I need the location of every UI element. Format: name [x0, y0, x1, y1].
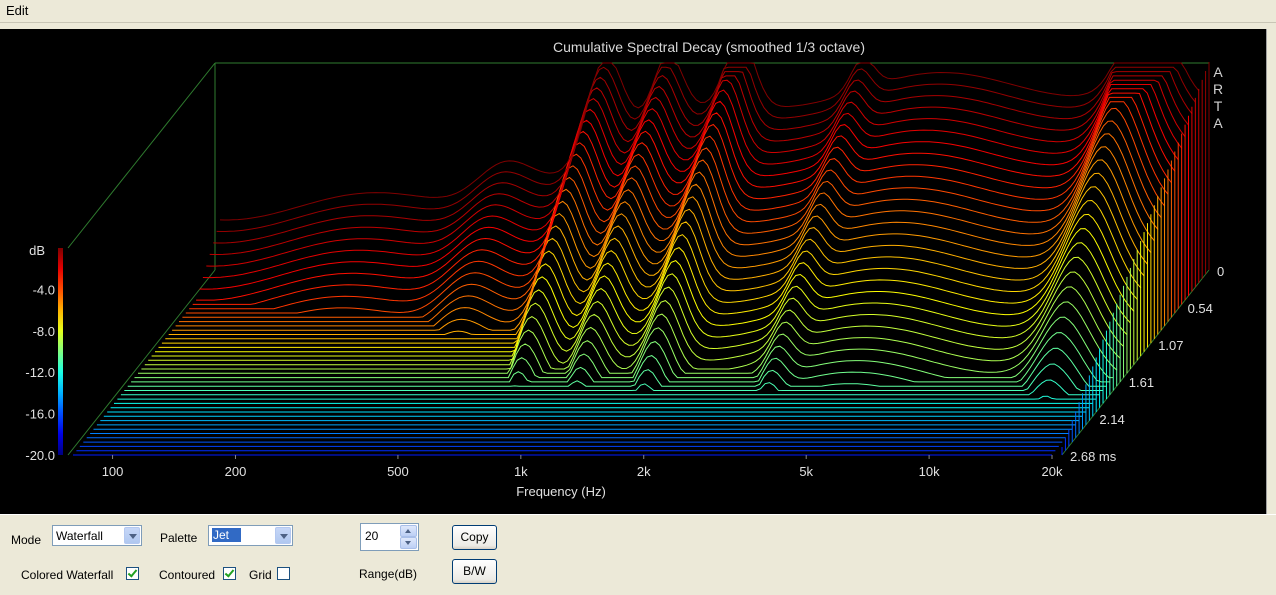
copy-button[interactable]: Copy — [452, 525, 497, 550]
decay-slice-line — [185, 107, 1166, 314]
x-tick-label: 1k — [514, 464, 528, 479]
x-tick-label: 100 — [102, 464, 124, 479]
time-tick-label: 0 — [1217, 264, 1224, 279]
decay-slice-line — [127, 347, 1107, 387]
arta-logo-letter: A — [1213, 64, 1223, 80]
decay-slice-line — [213, 71, 1193, 244]
x-tick-label: 5k — [799, 464, 813, 479]
decay-slice-line — [202, 84, 1183, 279]
plot-frame — [67, 62, 1210, 456]
decay-slice-line — [168, 172, 1149, 335]
window-edge — [1266, 29, 1276, 514]
arta-logo-letter: T — [1214, 98, 1223, 114]
decay-slice-line — [199, 88, 1179, 290]
mode-select-value: Waterfall — [56, 529, 103, 543]
decay-slice-line — [216, 66, 1196, 232]
waterfall-chart: -4.0 -8.0 -12.0 -16.0 -20.0 100 200 500 1k 2k 5k 10… — [25, 39, 1224, 499]
colored-waterfall-label: Colored Waterfall — [21, 568, 114, 582]
arrow-up-icon[interactable] — [400, 525, 417, 537]
decay-slice-line — [148, 256, 1128, 361]
csd-plot: -4.0 -8.0 -12.0 -16.0 -20.0 100 200 500 1k 2k 5k 10… — [0, 29, 1266, 514]
palette-select[interactable]: Jet — [208, 525, 293, 546]
decay-slice-line — [117, 395, 1097, 400]
y-tick-label: -20.0 — [25, 448, 55, 463]
decay-slice-line — [175, 146, 1155, 327]
chevron-down-icon[interactable] — [275, 527, 291, 544]
arrow-down-icon[interactable] — [400, 537, 417, 549]
x-tick-label: 200 — [225, 464, 247, 479]
menu-bar: Edit — [0, 0, 1276, 23]
time-tick-label: 1.07 — [1158, 338, 1183, 353]
x-axis-label: Frequency (Hz) — [516, 484, 606, 499]
contoured-checkbox[interactable] — [223, 567, 236, 580]
menu-edit[interactable]: Edit — [4, 3, 30, 18]
decay-lines — [73, 62, 1210, 456]
decay-slice-line — [182, 120, 1162, 318]
grid-label: Grid — [249, 568, 272, 582]
time-tick-label: 0.54 — [1188, 301, 1213, 316]
decay-slice-line — [189, 101, 1169, 310]
y-tick-label: -4.0 — [33, 282, 55, 297]
time-tick-label: 2.68 ms — [1070, 449, 1117, 464]
decay-slice-line — [141, 286, 1121, 370]
arta-logo-letter: A — [1213, 115, 1223, 131]
chart-title: Cumulative Spectral Decay (smoothed 1/3 … — [553, 39, 865, 55]
decay-slice-line — [172, 159, 1152, 331]
chevron-down-icon[interactable] — [124, 527, 140, 544]
time-tick-label: 1.61 — [1129, 375, 1154, 390]
time-tick-label: 2.14 — [1099, 412, 1124, 427]
y-tick-label: -16.0 — [25, 407, 55, 422]
palette-select-value: Jet — [212, 528, 242, 542]
x-tick-label: 10k — [919, 464, 940, 479]
range-value: 20 — [365, 529, 379, 543]
mode-select[interactable]: Waterfall — [52, 525, 142, 546]
range-label: Range(dB) — [359, 567, 418, 581]
x-tick-label: 500 — [387, 464, 409, 479]
x-tick-label: 20k — [1042, 464, 1063, 479]
y-axis-unit: dB — [29, 243, 45, 258]
y-tick-label: -12.0 — [25, 365, 55, 380]
decay-slice-line — [165, 186, 1145, 340]
grid-checkbox[interactable] — [277, 567, 290, 580]
panel-divider — [0, 514, 1276, 515]
mode-label: Mode — [11, 533, 42, 547]
y-tick-label: -8.0 — [33, 324, 55, 339]
db-color-bar — [58, 248, 63, 455]
arta-logo-letter: R — [1213, 81, 1223, 97]
contoured-label: Contoured — [159, 568, 216, 582]
decay-slice-line — [158, 213, 1138, 348]
x-tick-label: 2k — [637, 464, 651, 479]
range-stepper[interactable]: 20 — [360, 523, 419, 551]
colored-waterfall-checkbox[interactable] — [126, 567, 139, 580]
palette-label: Palette — [160, 531, 198, 545]
bw-button[interactable]: B/W — [452, 559, 497, 584]
